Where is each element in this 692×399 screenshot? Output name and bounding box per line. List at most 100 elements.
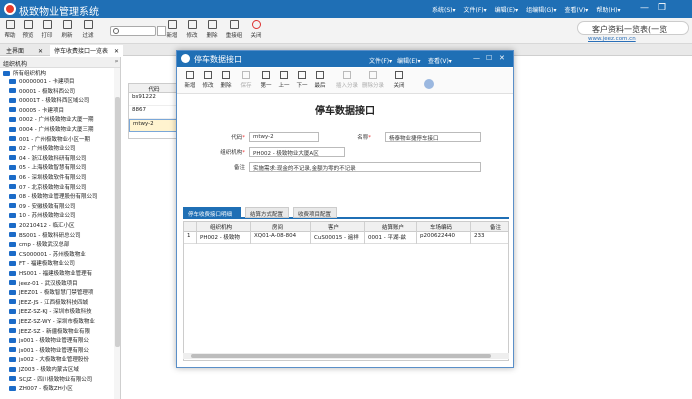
cell-note[interactable]: 233 [472,232,502,240]
dialog-add-button[interactable]: 新增 [181,71,199,89]
menu-system[interactable]: 系统(S)▾ [432,5,456,14]
dialog-delete-button[interactable]: 删除 [217,71,235,89]
tree-item[interactable]: JEEZ01 - 极致智慧门禁管理项 [9,288,93,296]
dialog-insert-entry-button[interactable]: 插入分录 [335,71,359,89]
menu-edit[interactable]: 编辑(E)▾ [495,5,519,14]
pin-icon[interactable]: ᵖ [115,59,118,66]
tab-parking-details[interactable]: 停车收费接口明细 [183,207,241,218]
menu-view[interactable]: 查看(V)▾ [565,5,589,14]
cell-customer[interactable]: CuS00015 - 遍祥 [312,232,364,242]
close-icon[interactable]: ✕ [114,48,119,55]
cell-account[interactable]: 0001 - 平湖-兹 [366,232,416,242]
col-account: 结算账户 [382,225,405,231]
grid-hscroll-thumb[interactable] [191,354,491,358]
tree-item[interactable]: 09 - 安徽极致有限公司 [9,202,75,210]
tree-root[interactable]: 所有组织机构 [3,69,46,77]
tree-item[interactable]: JEEZ-SZ-WY - 深圳市极致物业 [9,317,95,325]
search-dropdown-button[interactable] [157,26,166,36]
list-item[interactable]: bs91222 [129,93,179,106]
tree-item[interactable]: 00001T - 极致科西区域公司 [9,96,89,104]
tab-fee-items-config[interactable]: 收费项目配置 [293,207,337,218]
refresh-button[interactable]: 刷新 [57,20,77,39]
dialog-save-button[interactable]: 保存 [237,71,255,89]
dialog-first-button[interactable]: 第一 [257,71,275,89]
tree-item[interactable]: ZH007 - 极致ZH小区 [9,384,73,392]
tree-item[interactable]: FT - 福建极致物业公司 [9,259,75,267]
dialog-close-button[interactable]: 关闭 [387,71,411,89]
dialog-menu-edit[interactable]: 编辑(E)▾ [397,56,421,65]
restore-icon[interactable]: ❐ [658,3,666,13]
folder-icon [9,347,16,353]
table-row[interactable]: 1 PH002 - 极致物 XQ01-A-08-804 CuS00015 - 遍… [184,232,508,244]
dialog-prev-button[interactable]: 上一 [275,71,293,89]
regroup-button[interactable]: 重接组 [222,20,246,39]
close-icon[interactable]: ✕ [38,48,43,55]
tree-item[interactable]: 0004 - 广州极致物业大厦三期 [9,125,93,133]
tree-item[interactable]: 07 - 北京极致物业有限公司 [9,183,86,191]
preview-icon [23,20,33,29]
search-input[interactable] [110,26,156,36]
tree-item[interactable]: JEEZ-SZ - 新疆极致物业有限 [9,327,90,335]
tree-item[interactable]: 00005 - 卡建项目 [9,106,64,114]
tree-item[interactable]: 0002 - 广州极致物业大厦一期 [9,115,93,123]
edit-button[interactable]: 修改 [182,20,202,39]
dialog-menu-file[interactable]: 文件(F)▾ [369,56,392,65]
tree-item[interactable]: SCJZ - 四川极致物业有限公司 [9,375,92,383]
list-item[interactable]: 8867 [129,106,179,119]
tree-item[interactable]: js001 - 极致物业管理有限公 [9,336,89,344]
tree-item[interactable]: 00000001 - 卡建项目 [9,77,74,85]
delete-button[interactable]: 删除 [202,20,222,39]
tree-item[interactable]: 20210412 - 临汇小区 [9,221,74,229]
tree-item[interactable]: 04 - 浙江极致科研有限公司 [9,154,86,162]
tree-item[interactable]: js001 - 极致物业管理有限公 [9,346,89,354]
name-field[interactable]: 杨泰物业捷停车接口 [385,132,481,142]
preview-button[interactable]: 预览 [18,20,38,39]
tab-settlement-config[interactable]: 结算方式配置 [245,207,289,218]
org-field[interactable]: PH002 - 极致物业大厦A区 [249,147,345,157]
cell-lot-code[interactable]: p200622440 [418,232,468,240]
close-button[interactable]: 关闭 [246,20,266,39]
filter-button[interactable]: 过滤 [78,20,98,39]
tab-parking-list[interactable]: 停车收费接口一览表 ✕ [50,45,124,56]
tree-item[interactable]: HS001 - 福建极致物业管理有 [9,269,92,277]
tree-item[interactable]: CS000001 - 苏州极致物业 [9,250,86,258]
tree-item[interactable]: 10 - 苏州极致物业公司 [9,211,75,219]
list-item[interactable]: mtwy-2 [129,119,179,132]
note-label: 备注 [233,165,245,171]
tree-item[interactable]: js002 - 大极致物业管理股份 [9,355,89,363]
maximize-icon[interactable]: ☐ [486,54,492,62]
tree-item[interactable]: 001 - 广州极致物业小区一期 [9,135,90,143]
dialog-next-button[interactable]: 下一 [293,71,311,89]
tree-item[interactable]: 08 - 极致物业管理股份有限公司 [9,192,97,200]
close-icon[interactable]: ✕ [499,54,505,62]
tree-item[interactable]: JZ003 - 极致内蒙古区域 [9,365,79,373]
help-button[interactable]: 帮助 [0,20,20,39]
dialog-menu-view[interactable]: 查看(V)▾ [428,56,452,65]
tree-item[interactable]: 05 - 上海极致智慧有限公司 [9,163,86,171]
tree-scroll-thumb[interactable] [115,97,120,347]
tree-item[interactable]: BS001 - 极致科研总公司 [9,231,81,239]
code-field[interactable]: mtwy-2 [249,132,319,142]
dialog-edit-button[interactable]: 修改 [199,71,217,89]
tree-item[interactable]: cmp - 极致武汉总部 [9,240,69,248]
minimize-icon[interactable]: — [640,3,649,13]
cell-org[interactable]: PH002 - 极致物 [198,232,248,242]
dialog-delete-entry-button[interactable]: 删除分录 [361,71,385,89]
dialog-last-button[interactable]: 最后 [311,71,329,89]
tab-home[interactable]: 主界面 ✕ [2,45,47,56]
print-button[interactable]: 打印 [37,20,57,39]
tree-item[interactable]: jeez-01 - 武汉极致项目 [9,279,78,287]
menu-group-edit[interactable]: 组编辑(G)▾ [526,5,556,14]
tree-item[interactable]: 02 - 广州极致物业公司 [9,144,75,152]
note-field[interactable]: 实施需求:现金的不记录,金额为零的不记录 [249,162,481,172]
tree-item[interactable]: 06 - 深圳极致软件有限公司 [9,173,86,181]
tree-item[interactable]: JEEZ-JS - 江西极致科技四城 [9,298,88,306]
site-link[interactable]: www.jeez.com.cn [588,36,636,42]
tree-item[interactable]: JEEZ-SZ-KJ - 深圳市极致科技 [9,307,92,315]
minimize-icon[interactable]: — [473,54,480,62]
right-search-box[interactable]: 客户资料一览表(一览 [577,21,689,35]
tree-item[interactable]: 00001 - 极致科西公司 [9,87,75,95]
cell-room[interactable]: XQ01-A-08-804 [252,232,310,240]
menu-file[interactable]: 文件(F)▾ [464,5,487,14]
menu-help[interactable]: 帮助(H)▾ [596,5,620,14]
